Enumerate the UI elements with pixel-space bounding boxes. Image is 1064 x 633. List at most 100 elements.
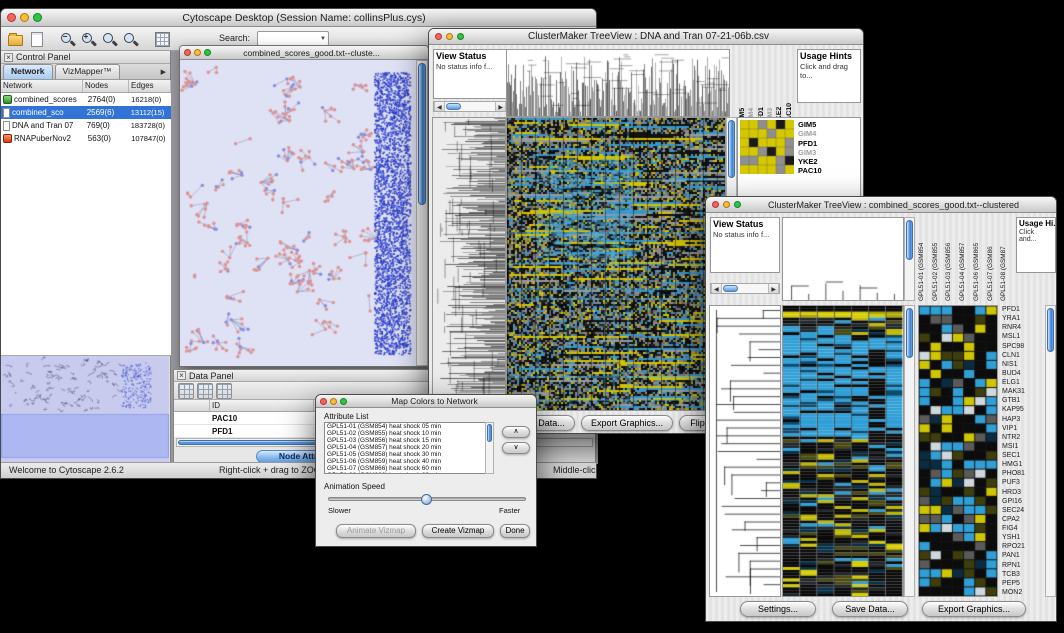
gene-label[interactable]: NTR2 — [1002, 433, 1044, 442]
axis-label[interactable]: GIM4 — [748, 47, 757, 125]
gene-label[interactable]: PAN1 — [1002, 551, 1044, 560]
scroll-thumb[interactable] — [487, 424, 492, 442]
close-button[interactable] — [7, 13, 16, 22]
axis-label[interactable]: YKE2 — [798, 157, 860, 166]
gene-label[interactable]: GTB1 — [1002, 396, 1044, 405]
scroll-left-icon[interactable]: ◀ — [711, 284, 722, 293]
gene-label[interactable]: SPC98 — [1002, 342, 1044, 351]
gene-label[interactable]: PUF3 — [1002, 478, 1044, 487]
scroll-right-icon[interactable]: ▶ — [495, 102, 506, 111]
move-up-button[interactable]: ∧ — [502, 426, 530, 438]
minimize-button[interactable] — [20, 13, 29, 22]
tv2-vscrollbar[interactable] — [904, 305, 915, 597]
treeview-dna-titlebar[interactable]: ClusterMaker TreeView : DNA and Tran 07-… — [429, 29, 863, 45]
axis-label[interactable]: YKE2 — [776, 47, 785, 125]
scroll-thumb[interactable] — [446, 103, 461, 110]
tv1-top-dendrogram[interactable] — [507, 50, 729, 116]
scroll-thumb[interactable] — [723, 285, 738, 292]
network-canvas[interactable] — [180, 60, 416, 366]
tv2-top-dendrogram[interactable] — [783, 218, 903, 300]
maximize-button[interactable] — [734, 201, 741, 208]
axis-label[interactable]: PFD1 — [758, 47, 767, 125]
scroll-thumb[interactable] — [418, 63, 426, 205]
gene-label[interactable]: HRD3 — [1002, 488, 1044, 497]
axis-label[interactable]: GIM3 — [798, 148, 860, 157]
gene-label[interactable]: HAP3 — [1002, 415, 1044, 424]
array-label[interactable]: GPL51-06 (GSM865 — [973, 217, 987, 301]
search-input[interactable] — [258, 32, 320, 45]
zoom-in-icon[interactable]: + — [79, 30, 97, 48]
close-panel-icon[interactable]: × — [177, 371, 186, 380]
close-panel-icon[interactable]: × — [4, 53, 13, 62]
gene-label[interactable]: GPI16 — [1002, 497, 1044, 506]
attribute-list-item[interactable]: GPL51-04 (GSM857) heat shock 20 min — [325, 444, 485, 451]
tv2-top-vscrollbar[interactable] — [904, 217, 915, 301]
close-button[interactable] — [435, 33, 442, 40]
tv2-left-dendrogram[interactable] — [710, 306, 780, 596]
minimize-button[interactable] — [723, 201, 730, 208]
scroll-thumb[interactable] — [906, 220, 913, 260]
axis-label[interactable]: PFD1 — [798, 139, 860, 148]
attribute-list-item[interactable]: GPL51-07 (GSM866) heat shock 60 min — [325, 465, 485, 472]
tab-vizmapper[interactable]: VizMapper™ — [55, 64, 120, 79]
scroll-thumb[interactable] — [1047, 308, 1054, 352]
scroll-right-icon[interactable]: ▶ — [768, 284, 779, 293]
column-header-nodes[interactable]: Nodes — [83, 80, 129, 92]
network-window-titlebar[interactable]: combined_scores_good.txt--cluste... — [180, 46, 428, 60]
axis-label[interactable]: GIM3 — [767, 47, 776, 125]
maximize-button[interactable] — [340, 398, 347, 405]
maximize-button[interactable] — [204, 49, 211, 56]
attribute-list-item[interactable]: GPL51-08 (GSM868) heat shock 80 min — [325, 472, 485, 474]
network-table-row[interactable]: RNAPuberNov2563(0)107847(0) — [1, 132, 171, 145]
gene-label[interactable]: ELG1 — [1002, 378, 1044, 387]
tv1-zoom-matrix[interactable] — [740, 120, 794, 174]
gene-label[interactable]: RNR4 — [1002, 323, 1044, 332]
gene-label[interactable]: YSH1 — [1002, 533, 1044, 542]
attribute-list-scrollbar[interactable] — [485, 422, 494, 474]
move-down-button[interactable]: ∨ — [502, 442, 530, 454]
gene-label[interactable]: PEP5 — [1002, 579, 1044, 588]
table-mode-icon[interactable] — [197, 383, 213, 399]
main-titlebar[interactable]: Cytoscape Desktop (Session Name: collins… — [1, 9, 596, 27]
birdseye-canvas[interactable] — [1, 356, 169, 462]
maximize-button[interactable] — [33, 13, 42, 22]
array-label[interactable]: GPL51-01 (GSM854 — [918, 217, 932, 301]
gene-label[interactable]: CPA2 — [1002, 515, 1044, 524]
gene-label[interactable]: FIG4 — [1002, 524, 1044, 533]
tv2-heatmap[interactable] — [783, 306, 903, 596]
maximize-button[interactable] — [457, 33, 464, 40]
column-header-edges[interactable]: Edges — [129, 80, 171, 92]
array-label[interactable]: GPL51-02 (GSM855 — [932, 217, 946, 301]
gene-label[interactable]: MSL1 — [1002, 332, 1044, 341]
zoom-out-icon[interactable]: − — [58, 30, 76, 48]
gene-label[interactable]: CLN1 — [1002, 351, 1044, 360]
gene-label[interactable]: TCB3 — [1002, 570, 1044, 579]
tv2-right-vscrollbar[interactable] — [1045, 305, 1056, 597]
network-vscrollbar[interactable] — [416, 60, 428, 366]
open-folder-icon[interactable] — [6, 30, 24, 48]
attribute-list-item[interactable]: GPL51-03 (GSM856) heat shock 15 min — [325, 437, 485, 444]
save-data-button[interactable]: Save Data... — [832, 601, 908, 617]
network-table-row[interactable]: combined_scores2764(0)16218(0) — [1, 93, 171, 106]
minimize-button[interactable] — [330, 398, 337, 405]
tv1-heatmap[interactable] — [507, 118, 725, 410]
attribute-list-item[interactable]: GPL51-01 (GSM854) heat shock 05 min — [325, 423, 485, 430]
scroll-left-icon[interactable]: ◀ — [434, 102, 445, 111]
network-overview-icon[interactable] — [153, 30, 171, 48]
slider-thumb[interactable] — [421, 494, 432, 505]
done-button[interactable]: Done — [500, 524, 530, 538]
axis-label[interactable]: GIM4 — [798, 129, 860, 138]
column-header-network[interactable]: Network — [1, 80, 83, 92]
axis-label[interactable]: GIM5 — [798, 120, 860, 129]
minimize-button[interactable] — [194, 49, 201, 56]
network-table-row[interactable]: DNA and Tran 07769(0)183728(0) — [1, 119, 171, 132]
array-label[interactable]: GPL51-03 (GSM856 — [945, 217, 959, 301]
export-graphics-button[interactable]: Export Graphics... — [922, 601, 1026, 617]
scroll-track[interactable] — [445, 102, 496, 111]
scroll-thumb[interactable] — [728, 120, 735, 178]
attribute-list-item[interactable]: GPL51-02 (GSM855) heat shock 10 min — [325, 430, 485, 437]
axis-label[interactable]: PAC10 — [786, 47, 795, 125]
tv2-zoom-heatmap[interactable] — [919, 306, 997, 596]
gene-label[interactable]: MSI1 — [1002, 442, 1044, 451]
treeview-combined-titlebar[interactable]: ClusterMaker TreeView : combined_scores_… — [706, 197, 1056, 213]
